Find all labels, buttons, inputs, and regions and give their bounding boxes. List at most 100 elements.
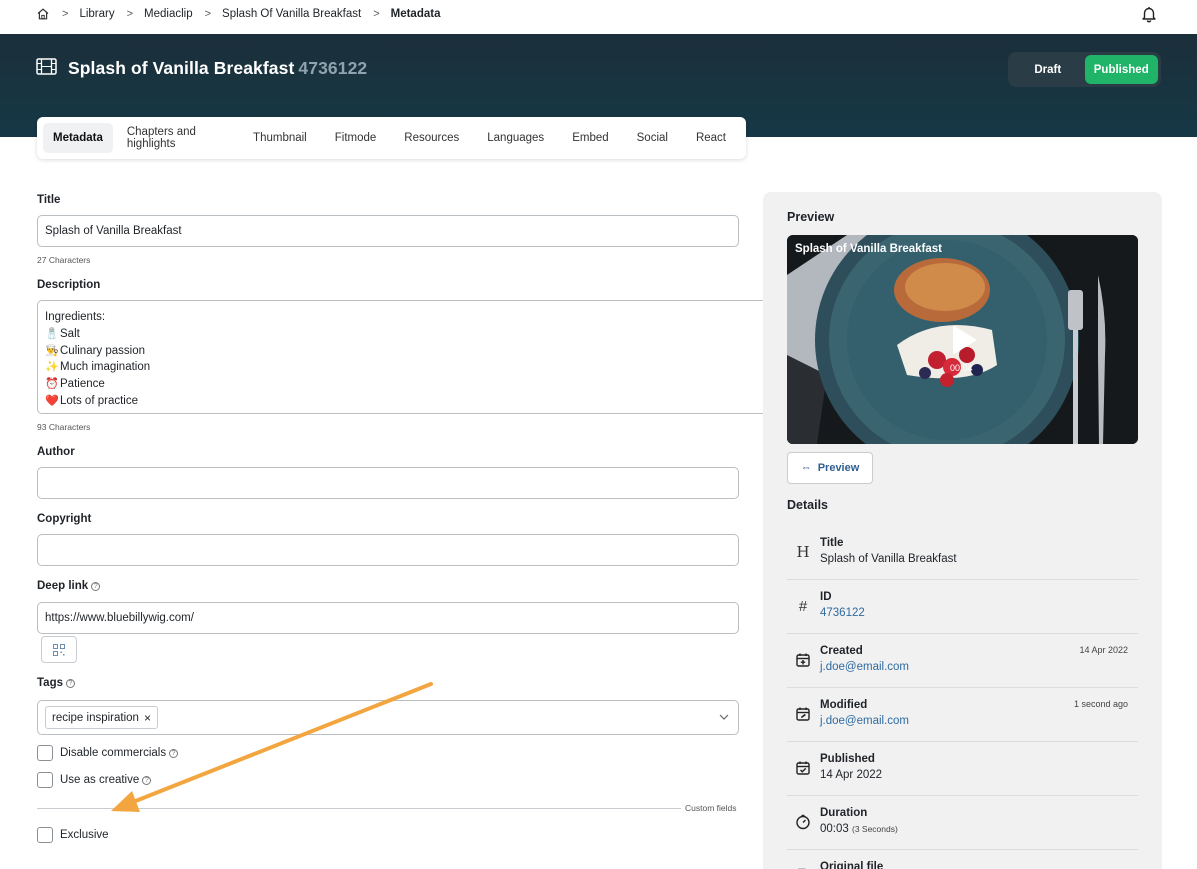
title-label: Title — [37, 194, 61, 206]
use-as-creative-checkbox[interactable]: Use as creative? — [37, 772, 152, 788]
published-option[interactable]: Published — [1084, 55, 1158, 84]
video-title: Splash of Vanilla Breakfast — [795, 243, 943, 255]
help-icon[interactable]: ? — [142, 775, 152, 785]
tab-resources[interactable]: Resources — [390, 123, 473, 153]
chevron-right-icon: > — [204, 8, 212, 20]
tags-label-text: Tags — [37, 677, 63, 689]
detail-title: Original file — [820, 861, 884, 869]
duration-seconds: (3 Seconds) — [851, 824, 898, 834]
help-icon[interactable]: ? — [169, 748, 179, 758]
detail-row-modified: Modified j.doe@email.com 1 second ago — [787, 688, 1138, 742]
tab-react[interactable]: React — [682, 123, 740, 153]
copyright-input[interactable] — [37, 534, 739, 566]
description-line: 👨‍🍳 Culinary passion — [45, 343, 770, 360]
checkbox-box[interactable] — [37, 745, 53, 761]
bell-icon[interactable] — [1140, 5, 1158, 23]
description-line: 🧂 Salt — [45, 326, 770, 343]
description-line: ✨ Much imagination — [45, 359, 770, 376]
author-label: Author — [37, 446, 75, 458]
side-panel: Preview Splash of Vanilla Breakfast 00:0… — [763, 192, 1162, 869]
description-line-text: Culinary passion — [60, 344, 146, 357]
qr-code-icon — [53, 643, 65, 656]
film-icon — [36, 58, 57, 75]
detail-row-title: H Title Splash of Vanilla Breakfast — [787, 526, 1138, 580]
deeplink-input[interactable]: https://www.bluebillywig.com/ — [37, 602, 739, 634]
chevron-right-icon: > — [62, 8, 69, 20]
deeplink-label-text: Deep link — [37, 580, 89, 592]
deeplink-label: Deep link? — [37, 580, 101, 592]
breadcrumb: > Library > Mediaclip > Splash Of Vanill… — [36, 7, 440, 21]
clip-id: 4736122 — [298, 58, 368, 78]
tab-metadata[interactable]: Metadata — [43, 123, 113, 153]
title-input[interactable]: Splash of Vanilla Breakfast — [37, 215, 739, 247]
author-input[interactable] — [37, 467, 739, 499]
tags-input[interactable]: recipe inspiration × — [37, 700, 739, 735]
qr-code-button[interactable] — [41, 636, 77, 663]
details-heading: Details — [787, 498, 828, 512]
custom-fields-divider — [37, 808, 681, 809]
timer-icon — [796, 814, 810, 830]
link-icon: ⇔ — [800, 462, 812, 474]
description-char-count: 93 Characters — [37, 422, 91, 432]
video-player[interactable]: Splash of Vanilla Breakfast 00:04 — [787, 235, 1138, 444]
custom-fields-label: Custom fields — [685, 803, 737, 813]
description-heading: Ingredients: — [45, 311, 106, 323]
detail-row-duration: Duration 00:03 (3 Seconds) — [787, 796, 1138, 850]
detail-value[interactable]: j.doe@email.com — [820, 661, 909, 673]
detail-date: 1 second ago — [1073, 699, 1128, 709]
tab-thumbnail[interactable]: Thumbnail — [239, 123, 321, 153]
disable-commercials-checkbox[interactable]: Disable commercials? — [37, 745, 179, 761]
detail-title: Title — [820, 537, 844, 549]
exclusive-checkbox[interactable]: Exclusive — [37, 827, 109, 843]
help-icon[interactable]: ? — [66, 679, 75, 688]
detail-value: 14 Apr 2022 — [820, 769, 883, 781]
detail-title: Published — [820, 753, 875, 765]
preview-button[interactable]: ⇔ Preview — [787, 452, 873, 484]
detail-title: Created — [820, 645, 863, 657]
description-line-text: Much imagination — [60, 361, 151, 374]
video-timestamp: 00:04 — [950, 363, 973, 373]
checkbox-box[interactable] — [37, 827, 53, 843]
draft-option[interactable]: Draft — [1011, 55, 1085, 84]
calendar-plus-icon — [796, 653, 810, 667]
chevron-right-icon: > — [126, 8, 134, 20]
preview-heading: Preview — [787, 210, 835, 224]
breadcrumb-clip[interactable]: Splash Of Vanilla Breakfast — [222, 8, 361, 20]
description-line-text: Patience — [60, 378, 105, 391]
tab-embed[interactable]: Embed — [558, 123, 622, 153]
detail-value: 00:03 (3 Seconds) — [820, 823, 898, 835]
tab-fitmode[interactable]: Fitmode — [321, 123, 391, 153]
detail-title: ID — [820, 591, 832, 603]
chef-icon: 👨‍🍳 — [45, 344, 59, 357]
top-bar: > Library > Mediaclip > Splash Of Vanill… — [0, 0, 1197, 34]
tab-social[interactable]: Social — [623, 123, 682, 153]
detail-row-original-file: Original file — [787, 850, 1138, 869]
breadcrumb-current: Metadata — [390, 8, 441, 20]
checkbox-box[interactable] — [37, 772, 53, 788]
detail-value[interactable]: 4736122 — [820, 607, 865, 619]
detail-title: Duration — [820, 807, 868, 819]
use-as-creative-label: Use as creative — [60, 774, 140, 786]
breadcrumb-mediaclip[interactable]: Mediaclip — [144, 8, 193, 20]
duration-value: 00:03 — [820, 823, 849, 835]
chevron-right-icon: > — [373, 8, 380, 20]
calendar-edit-icon — [796, 707, 810, 721]
description-textarea[interactable]: Ingredients: 🧂 Salt 👨‍🍳 Culinary passion ✨… — [37, 300, 777, 414]
chevron-down-icon[interactable] — [719, 713, 729, 721]
play-icon[interactable] — [951, 325, 977, 355]
help-icon[interactable]: ? — [91, 582, 101, 591]
publish-status-toggle[interactable]: Draft Published — [1008, 52, 1161, 87]
detail-date: 14 Apr 2022 — [1079, 645, 1128, 655]
tab-chapters[interactable]: Chapters and highlights — [113, 123, 239, 153]
close-icon[interactable]: × — [144, 711, 151, 725]
tag-chip-label: recipe inspiration — [52, 711, 139, 724]
breadcrumb-library[interactable]: Library — [79, 8, 114, 20]
heading-icon: H — [796, 543, 810, 561]
detail-value[interactable]: j.doe@email.com — [820, 715, 909, 727]
disable-commercials-label: Disable commercials — [60, 747, 167, 759]
tab-languages[interactable]: Languages — [473, 123, 558, 153]
description-label: Description — [37, 279, 101, 291]
home-icon[interactable] — [36, 7, 50, 21]
description-line: ❤️ Lots of practice — [45, 393, 770, 410]
copyright-label: Copyright — [37, 513, 92, 525]
